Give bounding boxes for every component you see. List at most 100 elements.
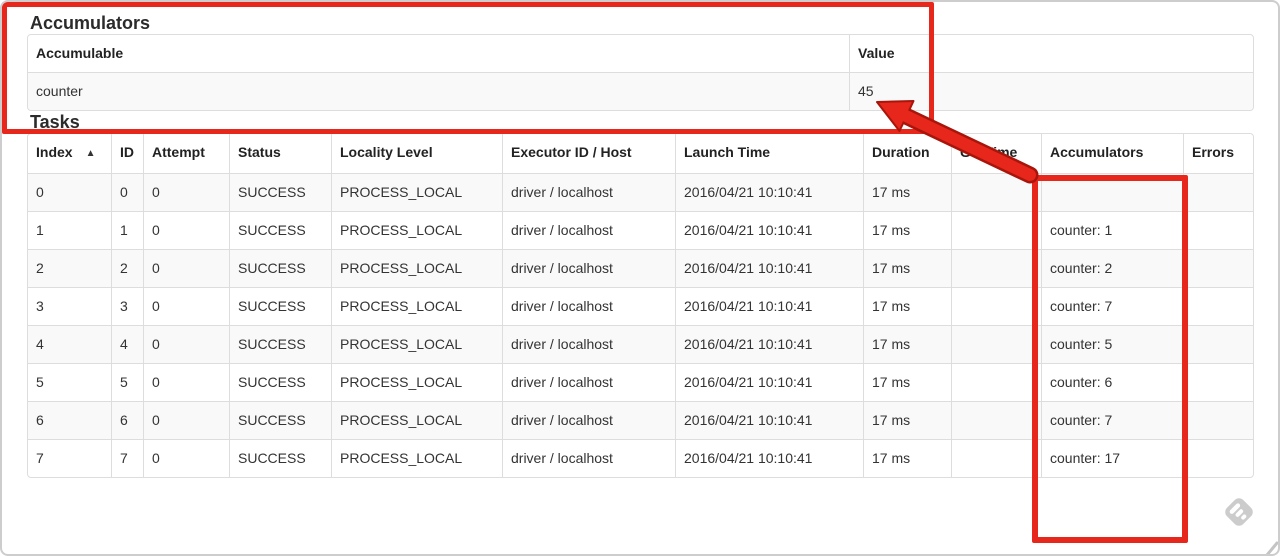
task-row: 3 3 0 SUCCESS PROCESS_LOCAL driver / localhos…: [28, 287, 1253, 325]
task-cell-status: SUCCESS: [229, 173, 331, 211]
column-header-accumulable[interactable]: Accumulable: [28, 35, 849, 72]
task-cell-index: 5: [28, 363, 111, 401]
task-cell-accumulators: counter: 6: [1041, 363, 1183, 401]
column-header-gc_time[interactable]: GC Time: [951, 134, 1041, 173]
task-cell-duration: 17 ms: [863, 401, 951, 439]
column-header-locality[interactable]: Locality Level: [331, 134, 502, 173]
task-cell-id: 5: [111, 363, 143, 401]
task-cell-errors: [1183, 249, 1253, 287]
task-cell-gc_time: [951, 173, 1041, 211]
task-cell-launch_time: 2016/04/21 10:10:41: [675, 211, 863, 249]
task-cell-launch_time: 2016/04/21 10:10:41: [675, 173, 863, 211]
task-cell-attempt: 0: [143, 211, 229, 249]
task-cell-accumulators: counter: 1: [1041, 211, 1183, 249]
tasks-header-row: Index ▲ ID Attempt Status Locality Level Execu…: [28, 134, 1253, 173]
task-cell-executor: driver / localhost: [502, 401, 675, 439]
task-cell-locality: PROCESS_LOCAL: [331, 173, 502, 211]
task-cell-gc_time: [951, 211, 1041, 249]
task-cell-id: 7: [111, 439, 143, 477]
task-cell-gc_time: [951, 363, 1041, 401]
task-cell-duration: 17 ms: [863, 249, 951, 287]
task-cell-attempt: 0: [143, 249, 229, 287]
task-cell-duration: 17 ms: [863, 325, 951, 363]
task-cell-duration: 17 ms: [863, 211, 951, 249]
task-cell-gc_time: [951, 249, 1041, 287]
task-cell-attempt: 0: [143, 287, 229, 325]
task-cell-launch_time: 2016/04/21 10:10:41: [675, 249, 863, 287]
task-cell-attempt: 0: [143, 401, 229, 439]
task-cell-status: SUCCESS: [229, 325, 331, 363]
task-cell-executor: driver / localhost: [502, 249, 675, 287]
corner-mark-icon: [1265, 541, 1279, 556]
task-cell-accumulators: counter: 5: [1041, 325, 1183, 363]
watermark-logo-icon: [1225, 498, 1253, 526]
task-cell-executor: driver / localhost: [502, 211, 675, 249]
task-cell-locality: PROCESS_LOCAL: [331, 325, 502, 363]
task-cell-locality: PROCESS_LOCAL: [331, 249, 502, 287]
task-cell-locality: PROCESS_LOCAL: [331, 287, 502, 325]
task-cell-accumulators: counter: 17: [1041, 439, 1183, 477]
task-cell-duration: 17 ms: [863, 363, 951, 401]
task-cell-errors: [1183, 287, 1253, 325]
task-cell-status: SUCCESS: [229, 211, 331, 249]
task-row: 6 6 0 SUCCESS PROCESS_LOCAL driver / localhos…: [28, 401, 1253, 439]
task-cell-executor: driver / localhost: [502, 439, 675, 477]
task-cell-status: SUCCESS: [229, 401, 331, 439]
column-header-executor[interactable]: Executor ID / Host: [502, 134, 675, 173]
task-cell-id: 2: [111, 249, 143, 287]
task-cell-errors: [1183, 401, 1253, 439]
column-header-errors[interactable]: Errors: [1183, 134, 1253, 173]
accumulator-row: counter 45: [28, 72, 1253, 110]
task-cell-executor: driver / localhost: [502, 173, 675, 211]
task-cell-id: 1: [111, 211, 143, 249]
column-header-value[interactable]: Value: [849, 35, 1253, 72]
task-cell-gc_time: [951, 401, 1041, 439]
task-cell-index: 1: [28, 211, 111, 249]
task-row: 4 4 0 SUCCESS PROCESS_LOCAL driver / localhos…: [28, 325, 1253, 363]
task-cell-locality: PROCESS_LOCAL: [331, 363, 502, 401]
task-cell-executor: driver / localhost: [502, 325, 675, 363]
task-cell-errors: [1183, 211, 1253, 249]
task-cell-id: 6: [111, 401, 143, 439]
accumulators-section-title: Accumulators: [30, 13, 151, 33]
task-row: 7 7 0 SUCCESS PROCESS_LOCAL driver / localhos…: [28, 439, 1253, 477]
task-cell-index: 7: [28, 439, 111, 477]
task-cell-accumulators: counter: 7: [1041, 287, 1183, 325]
column-header-launch_time[interactable]: Launch Time: [675, 134, 863, 173]
accumulators-table: Accumulable Value counter 45: [27, 34, 1254, 111]
task-cell-index: 0: [28, 173, 111, 211]
task-cell-errors: [1183, 363, 1253, 401]
column-header-duration[interactable]: Duration: [863, 134, 951, 173]
task-cell-status: SUCCESS: [229, 363, 331, 401]
task-cell-gc_time: [951, 325, 1041, 363]
column-header-attempt[interactable]: Attempt: [143, 134, 229, 173]
task-cell-executor: driver / localhost: [502, 287, 675, 325]
task-cell-accumulators: [1041, 173, 1183, 211]
task-cell-duration: 17 ms: [863, 287, 951, 325]
column-header-index[interactable]: Index ▲: [28, 134, 111, 173]
column-header-id[interactable]: ID: [111, 134, 143, 173]
task-cell-index: 2: [28, 249, 111, 287]
task-row: 0 0 0 SUCCESS PROCESS_LOCAL driver / localhos…: [28, 173, 1253, 211]
spark-ui-accumulators-page: Accumulators Accumulable Value counter 4…: [0, 0, 1280, 556]
task-cell-accumulators: counter: 7: [1041, 401, 1183, 439]
task-row: 1 1 0 SUCCESS PROCESS_LOCAL driver / localhos…: [28, 211, 1253, 249]
column-header-accumulators[interactable]: Accumulators: [1041, 134, 1183, 173]
task-cell-gc_time: [951, 439, 1041, 477]
task-cell-attempt: 0: [143, 439, 229, 477]
column-header-status[interactable]: Status: [229, 134, 331, 173]
task-cell-gc_time: [951, 287, 1041, 325]
task-cell-id: 0: [111, 173, 143, 211]
task-cell-errors: [1183, 173, 1253, 211]
accumulable-value-cell: 45: [849, 72, 1253, 110]
task-cell-locality: PROCESS_LOCAL: [331, 211, 502, 249]
task-cell-errors: [1183, 439, 1253, 477]
task-cell-launch_time: 2016/04/21 10:10:41: [675, 439, 863, 477]
task-cell-accumulators: counter: 2: [1041, 249, 1183, 287]
task-cell-attempt: 0: [143, 325, 229, 363]
task-cell-launch_time: 2016/04/21 10:10:41: [675, 363, 863, 401]
task-cell-locality: PROCESS_LOCAL: [331, 439, 502, 477]
accumulable-name-cell: counter: [28, 72, 849, 110]
task-cell-id: 3: [111, 287, 143, 325]
task-cell-launch_time: 2016/04/21 10:10:41: [675, 287, 863, 325]
